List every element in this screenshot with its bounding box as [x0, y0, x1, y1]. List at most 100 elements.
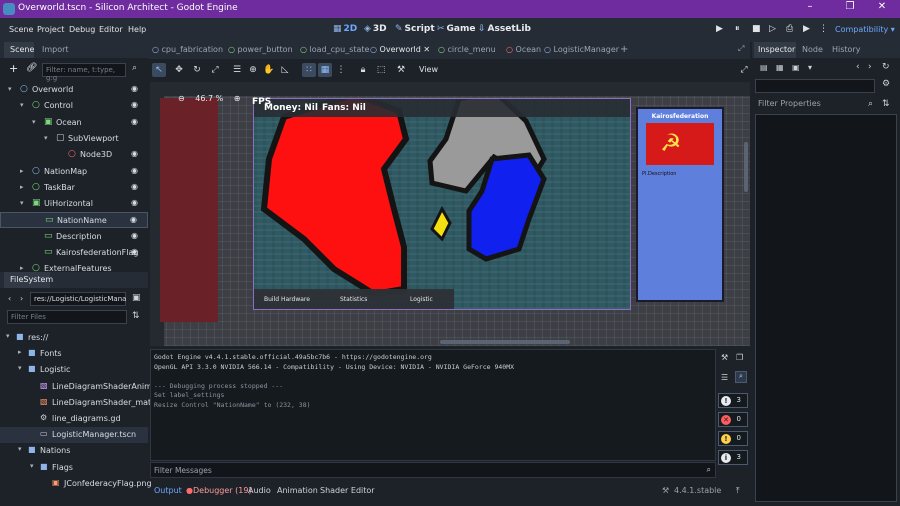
stop-icon[interactable]: ■ — [752, 24, 761, 34]
expand-panel-icon[interactable]: ⤢ — [738, 44, 744, 54]
history-forward-icon[interactable]: › — [868, 62, 872, 72]
file-item[interactable]: ⚙ line_diagrams.gd — [0, 411, 148, 427]
menu-help[interactable]: Help — [128, 25, 146, 34]
tab-animation[interactable]: Animation — [277, 486, 318, 495]
tab-debugger[interactable]: Debugger (19) — [193, 486, 252, 495]
expand-arrow-icon[interactable]: ▾ — [44, 134, 48, 142]
visibility-eye-icon[interactable]: ◉ — [131, 84, 138, 93]
move-tool-icon[interactable]: ✥ — [172, 63, 186, 77]
expand-arrow-icon[interactable]: ▾ — [18, 364, 22, 372]
object-search-input[interactable] — [755, 79, 875, 93]
visibility-eye-icon[interactable]: ◉ — [131, 149, 138, 158]
game-viewport[interactable]: Money: Nil Fans: Nil Build Hardware Stat… — [253, 98, 631, 310]
editor-tab-power-button[interactable]: ○ power_button — [228, 45, 293, 54]
history-back-icon[interactable]: ‹ — [856, 62, 860, 72]
menu-scene[interactable]: Scene — [9, 25, 33, 34]
visibility-eye-icon[interactable]: ◉ — [131, 247, 138, 256]
file-item[interactable]: ▧ LineDiagramShaderAnima... — [0, 379, 164, 395]
file-item[interactable]: ▭ LogisticManager.tscn — [0, 427, 148, 444]
save-resource-icon[interactable]: ▣ — [792, 63, 800, 72]
file-item[interactable]: ▣ JConfederacyFlag.png — [0, 476, 152, 492]
editor-tab-logisticmanager[interactable]: ○ LogisticManager — [544, 45, 619, 54]
minimize-button[interactable]: – — [790, 1, 830, 12]
distraction-free-icon[interactable]: ⤢ — [737, 63, 751, 77]
new-scene-tab-icon[interactable]: + — [620, 44, 628, 55]
workspace-3d[interactable]: ◈ 3D — [364, 24, 387, 34]
expand-arrow-icon[interactable]: ▾ — [6, 332, 10, 340]
grid-snap-icon[interactable]: ▦ — [318, 63, 332, 77]
sort-icon[interactable]: ⇅ — [132, 311, 140, 321]
new-resource-icon[interactable]: ▤ — [760, 63, 768, 72]
expand-arrow-icon[interactable]: ▾ — [8, 85, 12, 93]
filter-files-input[interactable]: Filter Files — [7, 310, 127, 324]
file-item[interactable]: ▾ ■ Flags — [0, 460, 148, 476]
expand-arrow-icon[interactable]: ▾ — [30, 462, 34, 470]
menu-project[interactable]: Project — [37, 25, 64, 34]
tree-node-nationname[interactable]: ▭ NationName ◉ — [0, 212, 148, 229]
visibility-eye-icon[interactable]: ◉ — [130, 215, 137, 224]
sort-properties-icon[interactable]: ⇅ — [882, 99, 890, 109]
visibility-eye-icon[interactable]: ◉ — [131, 100, 138, 109]
tab-import[interactable]: Import — [42, 45, 69, 54]
tree-node-description[interactable]: ▭ Description ◉ — [0, 229, 148, 245]
select-tool-icon[interactable]: ↖ — [152, 63, 166, 77]
back-icon[interactable]: ‹ — [8, 294, 11, 303]
menu-editor[interactable]: Editor — [99, 25, 123, 34]
tree-node-overworld[interactable]: ▾ ○ Overworld ◉ — [0, 82, 148, 98]
file-item[interactable]: ▾ ■ Nations — [0, 443, 148, 459]
wrap-icon[interactable]: ☰ — [721, 373, 728, 382]
workspace-2d[interactable]: ▦ 2D — [333, 24, 357, 34]
filter-messages-input[interactable]: Filter Messages ⌕ — [150, 462, 716, 478]
tree-node-node3d[interactable]: ○ Node3D ◉ — [0, 147, 148, 163]
expand-arrow-icon[interactable]: ▾ — [20, 101, 24, 109]
tab-history[interactable]: History — [832, 45, 860, 54]
viewport-hscroll[interactable] — [440, 340, 570, 344]
tree-node-control[interactable]: ▾ ○ Control ◉ — [0, 98, 148, 114]
filter-properties-input[interactable]: Filter Properties — [755, 97, 875, 111]
statistics-button[interactable]: Statistics — [340, 296, 367, 303]
visibility-eye-icon[interactable]: ◉ — [131, 198, 138, 207]
zoom-level[interactable]: 46.7 % — [195, 94, 223, 103]
errors-count[interactable]: ✕ 0 — [718, 412, 748, 427]
add-node-icon[interactable]: + — [9, 62, 18, 75]
editor-tab-circle-menu[interactable]: ○ circle_menu — [438, 45, 496, 54]
info-count[interactable]: i3 — [718, 450, 748, 465]
movie-icon[interactable]: ▶ — [803, 24, 810, 34]
close-tab-icon[interactable]: ✕ — [423, 45, 430, 54]
pin-icon[interactable]: ⤒ — [736, 486, 740, 496]
tab-node[interactable]: Node — [802, 45, 823, 54]
file-item[interactable]: ▸ ■ Fonts — [0, 346, 148, 362]
file-item[interactable]: ▧ LineDiagramShader_mater... — [0, 395, 166, 411]
scale-tool-icon[interactable]: ⤢ — [208, 63, 222, 77]
editor-tab-ocean[interactable]: ○ Ocean — [506, 45, 541, 54]
tab-inspector[interactable]: Inspector — [758, 45, 795, 54]
nation-name-label[interactable]: Kairosfederation — [638, 113, 722, 120]
tab-output[interactable]: Output — [154, 486, 182, 495]
editor-tab-load-cpu-state[interactable]: ○ load_cpu_state — [300, 45, 369, 54]
clear-icon[interactable]: ⚒ — [721, 353, 728, 362]
play-custom-icon[interactable]: ⎙ — [786, 24, 793, 34]
tree-node-nationmap[interactable]: ▸ ○ NationMap ◉ — [0, 164, 148, 180]
tab-audio[interactable]: Audio — [248, 486, 271, 495]
close-button[interactable]: ✕ — [862, 1, 900, 12]
list-select-icon[interactable]: ☰ — [230, 63, 244, 77]
tree-node-ocean[interactable]: ▾ ▣ Ocean ◉ — [0, 115, 148, 131]
snap-options-icon[interactable]: ⋮ — [334, 63, 348, 77]
view-menu[interactable]: View — [419, 65, 438, 74]
expand-arrow-icon[interactable]: ▸ — [20, 183, 24, 191]
tab-scene[interactable]: Scene — [10, 45, 34, 54]
tree-node-uihorizontal[interactable]: ▾ ▣ UiHorizontal ◉ — [0, 196, 148, 212]
messages-count[interactable]: ! 3 — [718, 393, 748, 408]
zoom-out-icon[interactable]: ⊖ — [178, 94, 185, 103]
object-tools-icon[interactable]: ⚙ — [882, 79, 890, 89]
object-history-icon[interactable]: ↻ — [882, 62, 890, 72]
rotate-tool-icon[interactable]: ↻ — [190, 63, 204, 77]
tab-shader-editor[interactable]: Shader Editor — [320, 486, 375, 495]
editor-tab-overworld[interactable]: ○ Overworld ✕ — [370, 45, 430, 54]
menu-debug[interactable]: Debug — [69, 25, 95, 34]
scene-filter-input[interactable]: Filter: name, t:type, g:g — [42, 63, 126, 82]
expand-arrow-icon[interactable]: ▾ — [32, 118, 36, 126]
pause-icon[interactable]: ⏸ — [735, 24, 740, 34]
logistic-button[interactable]: Logistic — [410, 296, 433, 303]
smart-snap-icon[interactable]: ∷ — [302, 63, 316, 77]
